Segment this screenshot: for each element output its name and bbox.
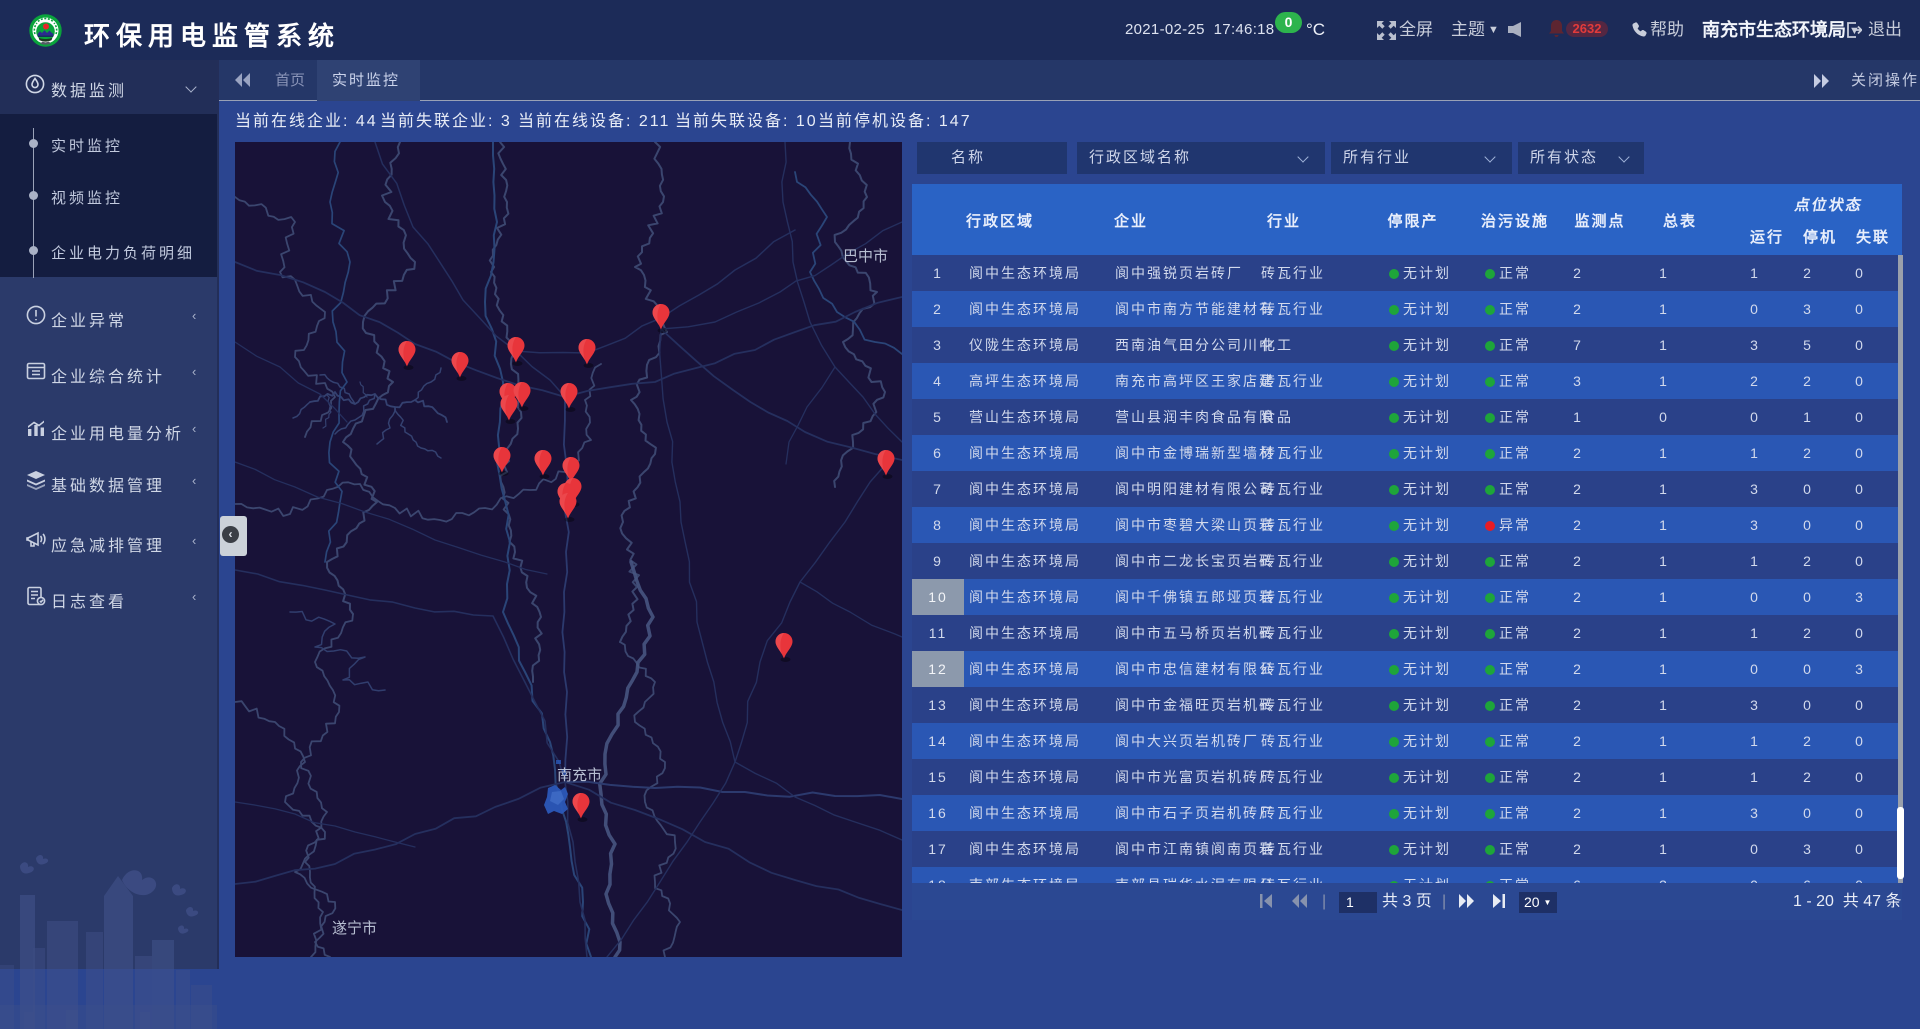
- svg-text:巴中市: 巴中市: [843, 248, 888, 265]
- svg-text:遂宁市: 遂宁市: [332, 920, 377, 937]
- svg-text:南充市: 南充市: [557, 767, 602, 784]
